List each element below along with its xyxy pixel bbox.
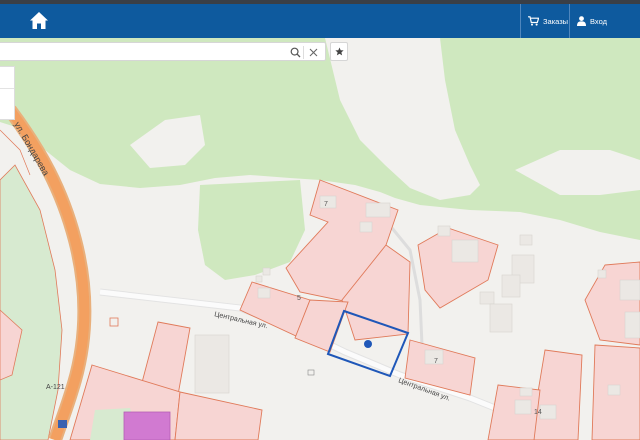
panel-divider: [0, 88, 14, 89]
orders-button[interactable]: Заказы: [528, 4, 568, 38]
search-bar: [0, 42, 326, 61]
road-sign-icon: [58, 420, 67, 428]
selected-parcel-marker[interactable]: [364, 340, 372, 348]
shopping-cart-icon: [528, 16, 539, 26]
navbar-divider: [520, 4, 521, 38]
login-button[interactable]: Вход: [577, 4, 607, 38]
layer-panel[interactable]: [0, 66, 15, 120]
house-number: 14: [534, 409, 542, 416]
top-navbar: Заказы Вход: [0, 4, 640, 38]
orders-label: Заказы: [543, 16, 569, 26]
search-icon[interactable]: [290, 47, 301, 58]
home-button[interactable]: [28, 10, 50, 32]
search-divider: [303, 46, 304, 59]
house-number: 5: [297, 295, 301, 302]
cadastral-map[interactable]: ул. Бондарева А-121 Центральная ул. Цент…: [0, 38, 640, 440]
close-icon[interactable]: [308, 47, 319, 58]
highlighted-building: [123, 411, 171, 440]
navbar-divider: [569, 4, 570, 38]
user-icon: [577, 16, 586, 26]
favorites-button[interactable]: [330, 42, 348, 61]
house-number: 7: [434, 358, 438, 365]
search-input[interactable]: [4, 45, 278, 60]
home-icon: [30, 12, 48, 29]
house-number: 7: [324, 201, 328, 208]
road-label-a121: А-121: [46, 384, 65, 391]
login-label: Вход: [590, 16, 607, 26]
star-icon: [334, 47, 344, 56]
